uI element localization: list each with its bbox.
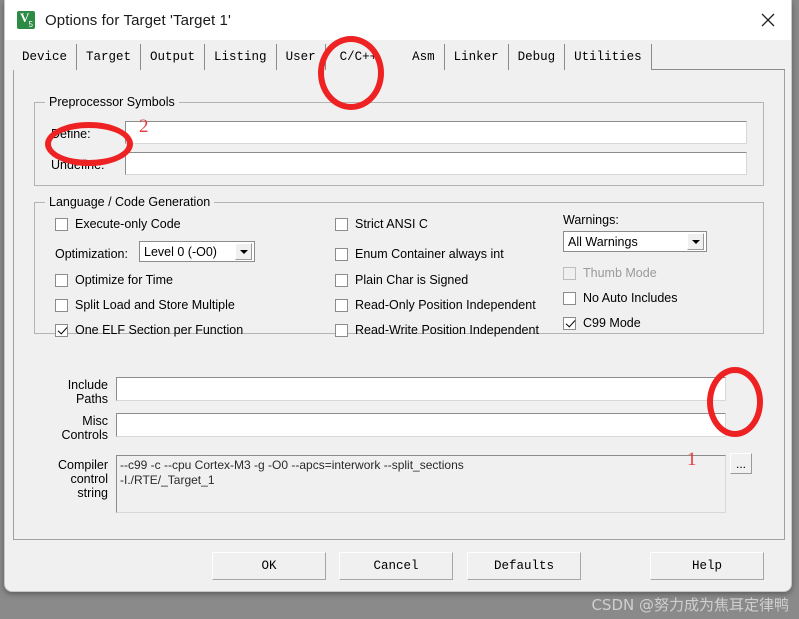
checkbox-box <box>55 323 68 337</box>
checkbox-box <box>55 298 68 312</box>
warnings-label: Warnings: <box>563 213 619 227</box>
compiler-control-string-output: --c99 -c --cpu Cortex-M3 -g -O0 --apcs=i… <box>116 455 726 513</box>
tab-label: Target <box>86 50 132 64</box>
checkbox-box <box>55 217 68 231</box>
define-input[interactable] <box>125 121 747 144</box>
checkbox-label: Execute-only Code <box>75 217 181 231</box>
group-legend: Language / Code Generation <box>45 195 215 209</box>
warnings-select[interactable]: All Warnings <box>563 231 707 252</box>
optimization-label: Optimization: <box>55 247 128 261</box>
tab-strip-filler <box>651 44 785 70</box>
chevron-down-icon[interactable] <box>235 243 252 260</box>
include-paths-input[interactable] <box>116 377 726 401</box>
checkbox-label: Read-Only Position Independent <box>355 298 536 312</box>
tab-label: Linker <box>453 50 499 64</box>
group-legend: Preprocessor Symbols <box>45 95 179 109</box>
compiler-control-string-label: Compiler control string <box>57 458 108 500</box>
tab-c-cpp[interactable]: C/C++ <box>325 44 404 70</box>
warnings-value: All Warnings <box>568 234 638 249</box>
checkbox-split-load-and-store-multiple[interactable]: Split Load and Store Multiple <box>55 298 235 312</box>
tab-debug[interactable]: Debug <box>508 44 566 70</box>
tab-label: Device <box>22 50 68 64</box>
language-code-generation-group: Language / Code Generation Execute-only … <box>34 195 764 337</box>
misc-controls-input[interactable] <box>116 413 726 437</box>
checkbox-c99-mode[interactable]: C99 Mode <box>563 316 641 330</box>
options-dialog: Options for Target 'Target 1' Device Tar… <box>4 0 792 592</box>
checkbox-execute-only-code[interactable]: Execute-only Code <box>55 217 181 231</box>
checkbox-label: Thumb Mode <box>583 266 657 280</box>
help-button[interactable]: Help <box>650 552 764 580</box>
checkbox-enum-container-always-int[interactable]: Enum Container always int <box>335 247 504 261</box>
checkbox-label: Read-Write Position Independent <box>355 323 539 337</box>
checkbox-box <box>335 323 348 337</box>
checkbox-label: C99 Mode <box>583 316 641 330</box>
checkbox-box <box>335 298 348 312</box>
checkbox-box <box>55 273 68 287</box>
checkbox-box <box>563 316 576 330</box>
checkbox-box <box>563 266 576 280</box>
checkbox-thumb-mode: Thumb Mode <box>563 266 657 280</box>
tab-label: C/C++ <box>339 50 378 64</box>
chevron-down-icon[interactable] <box>687 233 704 250</box>
checkbox-read-only-position-independent[interactable]: Read-Only Position Independent <box>335 298 536 312</box>
preprocessor-symbols-group: Preprocessor Symbols Define: Undefine: <box>34 95 764 186</box>
checkbox-label: Optimize for Time <box>75 273 173 287</box>
title-bar: Options for Target 'Target 1' <box>5 0 791 40</box>
tab-user[interactable]: User <box>276 44 326 70</box>
undefine-label: Undefine: <box>51 158 105 172</box>
page-title: Options for Target 'Target 1' <box>45 11 231 29</box>
checkbox-optimize-for-time[interactable]: Optimize for Time <box>55 273 173 287</box>
optimization-select[interactable]: Level 0 (-O0) <box>139 241 255 262</box>
checkbox-label: Strict ANSI C <box>355 217 428 231</box>
optimization-value: Level 0 (-O0) <box>144 244 217 259</box>
tab-label: Listing <box>214 50 267 64</box>
checkbox-strict-ansi-c[interactable]: Strict ANSI C <box>335 217 428 231</box>
tab-label: Debug <box>517 50 556 64</box>
checkbox-box <box>335 217 348 231</box>
checkbox-read-write-position-independent[interactable]: Read-Write Position Independent <box>335 323 539 337</box>
checkbox-box <box>335 247 348 261</box>
tab-label: Output <box>150 50 196 64</box>
tab-target[interactable]: Target <box>77 44 142 70</box>
undefine-input[interactable] <box>125 152 747 175</box>
tab-device[interactable]: Device <box>13 44 78 70</box>
close-icon[interactable] <box>745 0 791 40</box>
checkbox-plain-char-is-signed[interactable]: Plain Char is Signed <box>335 273 468 287</box>
tab-strip: Device Target Output Listing User C/C++ … <box>13 44 785 70</box>
c-cpp-tab-page: Preprocessor Symbols Define: Undefine: L… <box>13 70 785 540</box>
checkbox-label: Plain Char is Signed <box>355 273 469 287</box>
cancel-button[interactable]: Cancel <box>339 552 453 580</box>
define-label: Define: <box>51 127 91 141</box>
checkbox-label: No Auto Includes <box>583 291 678 305</box>
tab-utilities[interactable]: Utilities <box>565 44 652 70</box>
ok-button[interactable]: OK <box>212 552 326 580</box>
defaults-button[interactable]: Defaults <box>467 552 581 580</box>
checkbox-one-elf-section-per-function[interactable]: One ELF Section per Function <box>55 323 243 337</box>
tab-linker[interactable]: Linker <box>444 44 509 70</box>
tab-asm[interactable]: Asm <box>403 44 445 70</box>
keil-uvision-icon <box>17 10 35 29</box>
checkbox-no-auto-includes[interactable]: No Auto Includes <box>563 291 678 305</box>
tab-label: User <box>285 50 316 64</box>
misc-controls-label: Misc Controls <box>61 414 108 442</box>
watermark: CSDN @努力成为焦耳定律鸭 <box>591 596 789 614</box>
tab-output[interactable]: Output <box>141 44 206 70</box>
checkbox-label: Enum Container always int <box>355 247 504 261</box>
tab-label: Asm <box>412 50 435 64</box>
checkbox-box <box>563 291 576 305</box>
checkbox-label: One ELF Section per Function <box>75 323 244 337</box>
tab-label: Utilities <box>574 50 642 64</box>
checkbox-box <box>335 273 348 287</box>
tab-listing[interactable]: Listing <box>205 44 277 70</box>
browse-include-paths-button[interactable]: ... <box>730 453 752 474</box>
include-paths-label: Include Paths <box>67 378 108 406</box>
checkbox-label: Split Load and Store Multiple <box>75 298 235 312</box>
